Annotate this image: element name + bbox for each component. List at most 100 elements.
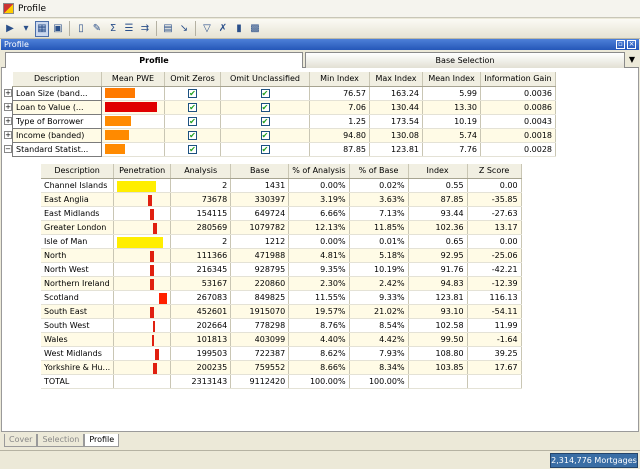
field-list-icon[interactable]: ☰ (122, 21, 136, 37)
expand-icon[interactable]: + (4, 102, 12, 111)
app-icon (3, 3, 14, 14)
checkbox[interactable]: ✔ (260, 130, 270, 140)
checkbox[interactable]: ✔ (260, 102, 270, 112)
column-header[interactable]: Analysis (170, 164, 232, 179)
table-row[interactable]: South East 452601 1915070 19.57% 21.02% 93.10… (41, 304, 522, 319)
table-row[interactable]: − Standard Statist... ✔ ✔ 87.85 123.81 7.76 0.0… (4, 141, 556, 157)
table-row[interactable]: South West 202664 778298 8.76% 8.54% 102.58 11… (41, 318, 522, 333)
z-cell: -42.21 (467, 262, 522, 277)
description-text: Type of Borrower (16, 116, 84, 126)
pb-cell: 100.00% (349, 374, 409, 389)
description-text: Loan to Value (... (16, 102, 84, 112)
tab-cover[interactable]: Cover (4, 434, 38, 447)
table-row[interactable]: + Loan Size (band... ✔ ✔ 76.57 163.24 5.99 0.00… (4, 85, 556, 101)
pa-cell: 3.19% (288, 192, 350, 207)
column-header[interactable]: Information Gain (480, 72, 556, 87)
tab-profile[interactable]: Profile (84, 434, 120, 447)
penetration-bar (117, 236, 163, 247)
column-header[interactable]: % of Analysis (288, 164, 350, 179)
pb-cell: 11.85% (349, 220, 409, 235)
max-cell: 130.44 (369, 100, 423, 115)
column-header[interactable]: Base (230, 164, 290, 179)
expand-icon[interactable]: + (4, 116, 12, 125)
column-header[interactable]: Max Index (369, 72, 423, 87)
close-icon[interactable]: × (627, 40, 636, 49)
expand-icon[interactable]: + (4, 130, 12, 139)
checkbox[interactable]: ✔ (260, 116, 270, 126)
table-row[interactable]: TOTAL 2313143 9112420 100.00% 100.00% (41, 374, 522, 389)
expand-icon[interactable]: − (4, 144, 12, 153)
sigma-icon[interactable]: Σ (106, 21, 120, 37)
z-cell: 0.00 (467, 178, 522, 193)
penetration-cell (113, 290, 172, 305)
tab-profile[interactable]: Profile (5, 52, 303, 68)
table-row[interactable]: Channel Islands 2 1431 0.00% 0.02% 0.55 0.00 (41, 178, 522, 193)
profile-view-icon[interactable]: ▦ (35, 20, 49, 37)
column-header[interactable]: Mean PWE (101, 72, 165, 87)
min-cell: 7.06 (309, 100, 370, 115)
merge-icon[interactable]: ⇉ (138, 21, 152, 37)
column-header[interactable]: % of Base (349, 164, 409, 179)
column-header[interactable]: Penetration (113, 164, 172, 179)
region-name: Greater London (41, 220, 115, 235)
table-row[interactable]: Wales 101813 403099 4.40% 4.42% 99.50 -1.64 (41, 332, 522, 347)
tab-base-selection[interactable]: Base Selection (305, 52, 625, 68)
omit-unclassified-cell: ✔ (220, 100, 310, 115)
base-cell: 649724 (230, 206, 290, 221)
penetration-cell (113, 346, 172, 361)
pb-cell: 8.34% (349, 360, 409, 375)
table-row[interactable]: Scotland 267083 849825 11.55% 9.33% 123.81 116… (41, 290, 522, 305)
dropdown-arrow-icon[interactable]: ▾ (19, 21, 33, 37)
column-header[interactable]: Z Score (467, 164, 522, 179)
wand-icon[interactable]: ✎ (90, 21, 104, 37)
checkbox[interactable]: ✔ (260, 144, 270, 154)
table-row[interactable]: West Midlands 199503 722387 8.62% 7.93% 108.8… (41, 346, 522, 361)
checkbox[interactable]: ✔ (188, 144, 197, 154)
tab-selection[interactable]: Selection (37, 434, 85, 447)
column-header[interactable]: Mean Index (422, 72, 481, 87)
table-row[interactable]: + Loan to Value (... ✔ ✔ 7.06 130.44 13.30 0.00… (4, 99, 556, 115)
tab-dropdown-icon[interactable]: ▼ (629, 55, 635, 64)
chart-icon[interactable]: ▮ (232, 21, 246, 37)
base-cell: 403099 (230, 332, 290, 347)
checkbox[interactable]: ✔ (188, 116, 197, 126)
table-row[interactable]: + Income (banded) ✔ ✔ 94.80 130.08 5.74 0.0018 (4, 127, 556, 143)
table-row[interactable]: North 111366 471988 4.81% 5.18% 92.95 -25.06 (41, 248, 522, 263)
z-cell: -35.85 (467, 192, 522, 207)
column-header[interactable]: Omit Unclassified (220, 72, 310, 87)
table-row[interactable]: North West 216345 928795 9.35% 10.19% 91.76 -4… (41, 262, 522, 277)
grid-icon[interactable]: ▤ (161, 21, 175, 37)
z-cell: 13.17 (467, 220, 522, 235)
region-name: Scotland (41, 290, 115, 305)
table-row[interactable]: Greater London 280569 1079782 12.13% 11.85% 1… (41, 220, 522, 235)
checkbox[interactable]: ✔ (188, 88, 197, 98)
run-icon[interactable]: ▶ (3, 21, 17, 37)
checkbox[interactable]: ✔ (260, 88, 270, 98)
omit-unclassified-cell: ✔ (220, 86, 310, 101)
export-icon[interactable]: ↘ (177, 21, 191, 37)
page-icon[interactable]: ▯ (74, 21, 88, 37)
table-row[interactable]: + Type of Borrower ✔ ✔ 1.25 173.54 10.19 0.0043 (4, 113, 556, 129)
save-icon[interactable]: ▣ (51, 21, 65, 37)
filter-icon[interactable]: ▽ (200, 21, 214, 37)
table-row[interactable]: Northern Ireland 53167 220860 2.30% 2.42% 94.… (41, 276, 522, 291)
clear-filter-icon[interactable]: ✗ (216, 21, 230, 37)
expand-icon[interactable]: + (4, 88, 12, 97)
pin-icon[interactable]: ▫ (616, 40, 625, 49)
pa-cell: 8.62% (288, 346, 350, 361)
checkbox[interactable]: ✔ (188, 102, 197, 112)
table-row[interactable]: East Midlands 154115 649724 6.66% 7.13% 93.44… (41, 206, 522, 221)
checkbox[interactable]: ✔ (188, 130, 197, 140)
column-header[interactable]: Omit Zeros (164, 72, 221, 87)
column-header[interactable]: Index (408, 164, 468, 179)
table-row[interactable]: Isle of Man 2 1212 0.00% 0.01% 0.65 0.00 (41, 234, 522, 249)
table-row[interactable]: East Anglia 73678 330397 3.19% 3.63% 87.85 -35… (41, 192, 522, 207)
column-header[interactable]: Description (12, 72, 102, 87)
pa-cell: 4.81% (288, 248, 350, 263)
column-header[interactable]: Description (41, 164, 115, 179)
region-name: Isle of Man (41, 234, 115, 249)
column-header[interactable]: Min Index (309, 72, 370, 87)
table-row[interactable]: Yorkshire & Hu... 200235 759552 8.66% 8.34% 1… (41, 360, 522, 375)
image-icon[interactable]: ▩ (248, 21, 262, 37)
base-cell: 471988 (230, 248, 290, 263)
